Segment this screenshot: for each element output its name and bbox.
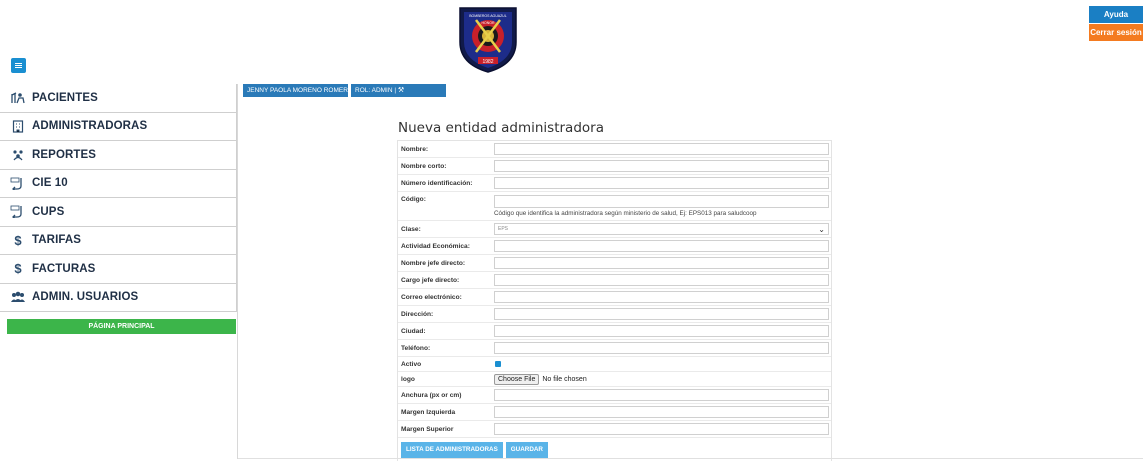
user-name-chip[interactable]: JENNY PAOLA MORENO ROMERO | (243, 84, 366, 97)
choose-file-button[interactable]: Choose File (494, 373, 540, 385)
sidebar-item-pacientes[interactable]: PACIENTES (0, 84, 237, 113)
sidebar-item-administradoras[interactable]: ADMINISTRADORAS (0, 112, 237, 141)
sidebar-item-label: ADMINISTRADORAS (32, 120, 148, 133)
anchura-label: Anchura (px or cm) (401, 391, 462, 399)
sidebar-item-label: FACTURAS (32, 262, 96, 275)
nombre-jefe-input[interactable] (494, 257, 829, 269)
cargo-jefe-input[interactable] (494, 274, 829, 286)
patients-icon (10, 91, 26, 105)
sidebar-item-facturas[interactable]: $ FACTURAS (0, 255, 237, 284)
logout-button[interactable]: Cerrar sesión (1089, 24, 1143, 41)
anchura-input[interactable] (494, 389, 829, 401)
nombre-label: Nombre: (401, 145, 429, 153)
reports-icon (10, 148, 26, 162)
sidebar-item-cups[interactable]: CUPS (0, 198, 237, 227)
correo-input[interactable] (494, 291, 829, 303)
svg-text:HONOR: HONOR (481, 21, 495, 25)
svg-text:BOMBEROS AGUAZUL: BOMBEROS AGUAZUL (469, 14, 507, 18)
cargo-jefe-label: Cargo jefe directo: (401, 276, 460, 284)
user-name-label: JENNY PAOLA MORENO ROMERO | (247, 87, 357, 94)
sidebar-item-label: CIE 10 (32, 177, 68, 190)
list-administradoras-button[interactable]: LISTA DE ADMINISTRADORAS (401, 442, 503, 458)
clase-label: Clase: (401, 225, 421, 233)
users-icon (10, 290, 26, 304)
home-page-button[interactable]: PÁGINA PRINCIPAL (7, 319, 236, 334)
save-button[interactable]: GUARDAR (505, 442, 548, 458)
menu-toggle-button[interactable] (11, 58, 26, 73)
numero-identificacion-label: Número identificación: (401, 179, 473, 187)
sidebar-item-cie10[interactable]: CIE 10 (0, 169, 237, 198)
codigo-input[interactable] (494, 195, 829, 208)
role-label: ROL: ADMIN | (355, 87, 397, 94)
dollar-icon: $ (14, 232, 22, 248)
sidebar-item-label: REPORTES (32, 148, 97, 161)
page-title: Nueva entidad administradora (398, 120, 604, 136)
sidebar-item-label: ADMIN. USUARIOS (32, 291, 139, 304)
wrench-icon: ⚒ (397, 87, 405, 94)
correo-label: Correo electrónico: (401, 293, 462, 301)
ciudad-input[interactable] (494, 325, 829, 337)
numero-identificacion-input[interactable] (494, 177, 829, 189)
sidebar-item-label: PACIENTES (32, 91, 98, 104)
nombre-corto-input[interactable] (494, 160, 829, 172)
chevron-down-icon: ⌄ (818, 224, 825, 234)
codigo-label: Código: (401, 196, 426, 203)
actividad-economica-input[interactable] (494, 240, 829, 252)
telefono-input[interactable] (494, 342, 829, 354)
logo-label: logo (401, 375, 415, 383)
help-button[interactable]: Ayuda (1089, 6, 1143, 23)
nombre-corto-label: Nombre corto: (401, 162, 447, 170)
margen-izquierda-label: Margen Izquierda (401, 408, 456, 416)
svg-text:1982: 1982 (482, 59, 493, 65)
sidebar-item-admin-usuarios[interactable]: ADMIN. USUARIOS (0, 283, 237, 312)
sidebar-item-reportes[interactable]: REPORTES (0, 141, 237, 170)
telefono-label: Teléfono: (401, 344, 431, 352)
nombre-input[interactable] (494, 143, 829, 155)
file-status: No file chosen (542, 375, 587, 383)
sidebar: PACIENTES ADMINISTRADORAS REPORTES CIE 1… (0, 84, 238, 459)
role-chip[interactable]: ROL: ADMIN | ⚒ (351, 84, 446, 97)
ciudad-label: Ciudad: (401, 327, 426, 335)
margen-superior-input[interactable] (494, 423, 829, 435)
activo-checkbox[interactable] (495, 361, 501, 367)
codigo-hint: Código que identifica la administradora … (494, 210, 757, 217)
cie10-icon (10, 176, 26, 190)
clase-selected-value: EPS (498, 226, 509, 232)
direccion-input[interactable] (494, 308, 829, 320)
dollar-icon: $ (14, 261, 22, 277)
sidebar-item-label: TARIFAS (32, 234, 82, 247)
clase-select[interactable]: EPS ⌄ (494, 223, 829, 235)
actividad-economica-label: Actividad Económica: (401, 242, 470, 250)
margen-superior-label: Margen Superior (401, 425, 454, 433)
sidebar-item-label: CUPS (32, 205, 65, 218)
cups-icon (10, 205, 26, 219)
activo-label: Activo (401, 360, 422, 368)
building-icon (10, 119, 26, 133)
sidebar-item-tarifas[interactable]: $ TARIFAS (0, 226, 237, 255)
margen-izquierda-input[interactable] (494, 406, 829, 418)
administradora-form: Nombre: Nombre corto: Número identificac… (397, 140, 832, 461)
direccion-label: Dirección: (401, 310, 434, 318)
nombre-jefe-label: Nombre jefe directo: (401, 259, 466, 267)
fire-department-logo: 1982 BOMBEROS AGUAZUL HONOR (459, 7, 517, 73)
footer-divider (238, 458, 1143, 459)
